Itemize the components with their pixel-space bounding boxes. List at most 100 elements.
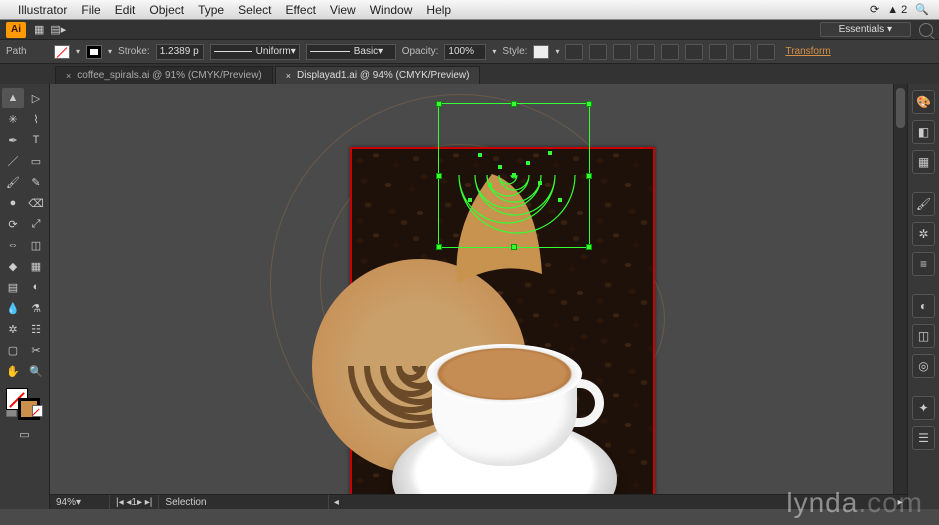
menu-file[interactable]: File <box>81 3 100 17</box>
close-icon[interactable]: × <box>286 71 291 81</box>
blob-brush-tool[interactable]: ● <box>2 193 24 213</box>
resize-handle[interactable] <box>436 101 442 107</box>
color-mode-none[interactable] <box>32 405 43 417</box>
resize-handle[interactable] <box>511 101 517 107</box>
free-transform-tool[interactable]: ◫ <box>25 235 47 255</box>
canvas[interactable]: ➤ 94% ▾ |◂ ◂ 1 ▸ ▸| Selection ◂ ▸ <box>50 84 907 509</box>
eraser-tool[interactable]: ⌫ <box>25 193 47 213</box>
resize-handle[interactable] <box>436 173 442 179</box>
variable-width-profile[interactable]: Uniform ▾ <box>210 44 300 60</box>
tab-coffee-spirals[interactable]: × coffee_spirals.ai @ 91% (CMYK/Preview) <box>55 66 273 84</box>
resize-handle[interactable] <box>586 244 592 250</box>
sync-icon[interactable]: ⟳ <box>870 3 879 16</box>
stroke-swatch[interactable] <box>86 45 102 59</box>
brushes-panel[interactable]: 🖌 <box>912 192 935 216</box>
artboard-nav[interactable]: |◂ ◂ 1 ▸ ▸| <box>110 495 159 509</box>
resize-handle[interactable] <box>511 244 517 250</box>
rectangle-tool[interactable]: ▭ <box>25 151 47 171</box>
menu-help[interactable]: Help <box>426 3 451 17</box>
resize-handle[interactable] <box>586 173 592 179</box>
direct-selection-tool[interactable]: ▷ <box>25 88 47 108</box>
transform-panel-link[interactable]: Transform <box>785 46 830 57</box>
transparency-panel[interactable]: ◫ <box>912 324 935 348</box>
menu-type[interactable]: Type <box>198 3 224 17</box>
scale-tool[interactable]: ⤢ <box>25 214 47 234</box>
recolor-artwork-icon[interactable] <box>565 44 583 60</box>
brush-definition[interactable]: Basic ▾ <box>306 44 396 60</box>
search-icon[interactable] <box>919 23 933 37</box>
line-segment-tool[interactable]: ／ <box>2 151 24 171</box>
pencil-tool[interactable]: ✎ <box>25 172 47 192</box>
rotate-tool[interactable]: ⟳ <box>2 214 24 234</box>
layers-panel[interactable]: ☰ <box>912 426 935 450</box>
pen-tool[interactable]: ✒ <box>2 130 24 150</box>
lasso-tool[interactable]: ⌇ <box>25 109 47 129</box>
opacity-input[interactable] <box>444 44 486 60</box>
align-button-5[interactable] <box>685 44 703 60</box>
align-button-2[interactable] <box>613 44 631 60</box>
eyedropper-tool[interactable]: 💧 <box>2 298 24 318</box>
menu-illustrator[interactable]: Illustrator <box>18 3 67 17</box>
graphic-style-swatch[interactable] <box>533 45 549 59</box>
menu-edit[interactable]: Edit <box>115 3 136 17</box>
scroll-left-icon[interactable]: ◂ <box>329 497 343 508</box>
stroke-weight-input[interactable] <box>156 44 204 60</box>
slice-tool[interactable]: ✂ <box>25 340 47 360</box>
screen-mode-button[interactable]: ▭ <box>2 424 47 444</box>
resize-handle[interactable] <box>586 101 592 107</box>
magic-wand-tool[interactable]: ✳ <box>2 109 24 129</box>
artboard-tool[interactable]: ▢ <box>2 340 24 360</box>
menu-select[interactable]: Select <box>238 3 271 17</box>
menu-view[interactable]: View <box>330 3 356 17</box>
workspace-switcher[interactable]: Essentials ▾ <box>820 22 911 37</box>
column-graph-tool[interactable]: ☷ <box>25 319 47 339</box>
blend-tool[interactable]: ⚗ <box>25 298 47 318</box>
tool-readout: Selection <box>159 495 329 509</box>
spotlight-icon[interactable]: 🔍 <box>915 3 929 16</box>
selection-bounding-box[interactable]: ➤ <box>438 103 590 248</box>
menu-effect[interactable]: Effect <box>285 3 315 17</box>
coffee-cup[interactable] <box>427 344 582 474</box>
align-button-8[interactable] <box>757 44 775 60</box>
align-button-3[interactable] <box>637 44 655 60</box>
align-button-7[interactable] <box>733 44 751 60</box>
bridge-icon[interactable]: ▦ <box>34 23 44 36</box>
perspective-grid-tool[interactable]: ▦ <box>25 256 47 276</box>
align-button-1[interactable] <box>589 44 607 60</box>
arrange-docs-icon[interactable]: ▤▸ <box>50 23 66 36</box>
symbol-sprayer-tool[interactable]: ✲ <box>2 319 24 339</box>
width-tool[interactable]: ⇔ <box>2 235 24 255</box>
zoom-tool[interactable]: 🔍 <box>25 361 47 381</box>
close-icon[interactable]: × <box>66 71 71 81</box>
resize-handle[interactable] <box>436 244 442 250</box>
menu-object[interactable]: Object <box>149 3 184 17</box>
mesh-tool[interactable]: ▤ <box>2 277 24 297</box>
style-dropdown-icon[interactable]: ▾ <box>555 47 559 56</box>
zoom-level[interactable]: 94% ▾ <box>50 495 110 509</box>
tab-displayad1[interactable]: × Displayad1.ai @ 94% (CMYK/Preview) <box>275 66 481 84</box>
stroke-dropdown-icon[interactable]: ▾ <box>108 47 112 56</box>
color-panel[interactable]: 🎨 <box>912 90 935 114</box>
hand-tool[interactable]: ✋ <box>2 361 24 381</box>
align-button-4[interactable] <box>661 44 679 60</box>
graphic-styles-panel[interactable]: ✦ <box>912 396 935 420</box>
shape-builder-tool[interactable]: ◆ <box>2 256 24 276</box>
symbols-panel[interactable]: ✲ <box>912 222 935 246</box>
color-guide-panel[interactable]: ◧ <box>912 120 935 144</box>
selection-tool[interactable]: ▲ <box>2 88 24 108</box>
paintbrush-tool[interactable]: 🖌 <box>2 172 24 192</box>
fill-swatch[interactable] <box>54 45 70 59</box>
type-tool[interactable]: T <box>25 130 47 150</box>
vertical-scrollbar[interactable] <box>893 84 907 494</box>
appearance-panel[interactable]: ◎ <box>912 354 935 378</box>
align-button-6[interactable] <box>709 44 727 60</box>
artboard[interactable]: ➤ <box>350 147 655 509</box>
scrollbar-thumb[interactable] <box>896 88 905 128</box>
fill-dropdown-icon[interactable]: ▾ <box>76 47 80 56</box>
menu-window[interactable]: Window <box>370 3 413 17</box>
stroke-panel[interactable]: ≡ <box>912 252 935 276</box>
gradient-panel[interactable]: ◐ <box>912 294 935 318</box>
swatches-panel[interactable]: ▦ <box>912 150 935 174</box>
opacity-dropdown-icon[interactable]: ▾ <box>492 47 496 56</box>
gradient-tool[interactable]: ◐ <box>25 277 47 297</box>
